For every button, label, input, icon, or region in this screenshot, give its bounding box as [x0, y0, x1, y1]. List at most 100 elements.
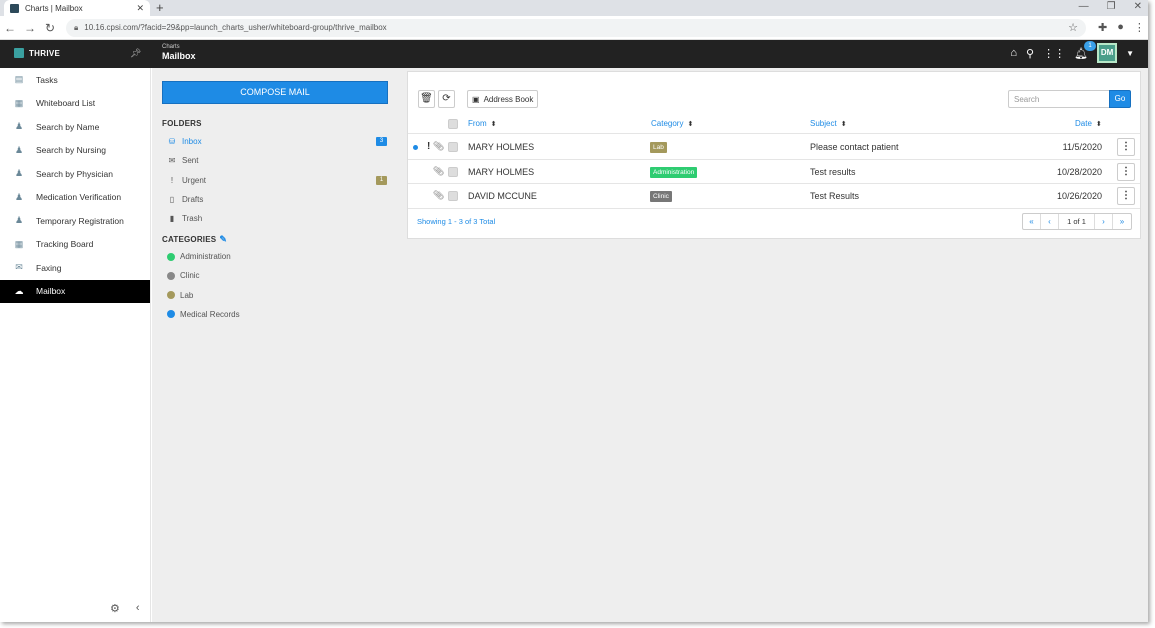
- row-checkbox[interactable]: [448, 166, 458, 177]
- sidebar-item-label: Search by Physician: [36, 168, 114, 179]
- row-checkbox[interactable]: [448, 142, 458, 152]
- sidebar-item-label: Tasks: [36, 74, 58, 85]
- folder-item[interactable]: ▯ Drafts: [167, 190, 387, 209]
- row-actions-kebab-icon[interactable]: ⋮: [1117, 187, 1135, 205]
- physician-icon: ♟: [14, 168, 24, 179]
- user-avatar[interactable]: DM: [1097, 43, 1118, 63]
- sidebar-item-label: Medication Verification: [36, 192, 122, 203]
- browser-menu-icon[interactable]: ⋮: [1134, 21, 1145, 34]
- minimize-icon[interactable]: —: [1079, 0, 1089, 14]
- category-item[interactable]: Administration: [167, 247, 387, 266]
- folder-label: Drafts: [182, 194, 204, 204]
- user-menu-chevron-icon[interactable]: ▼: [1126, 49, 1134, 58]
- category-color-dot: [167, 291, 175, 300]
- sidebar-item[interactable]: ♟ Search by Nursing: [0, 139, 150, 163]
- close-window-icon[interactable]: ✕: [1134, 0, 1142, 14]
- column-subject[interactable]: Subject ⬍: [810, 119, 847, 128]
- table-row[interactable]: 📎︎ MARY HOLMES Administration Test results 1…: [408, 160, 1140, 184]
- lock-icon: 🔒︎: [74, 22, 79, 32]
- settings-gear-icon[interactable]: ⚙: [110, 602, 120, 615]
- prev-page-icon[interactable]: ‹: [1041, 214, 1059, 229]
- brand-name: THRIVE: [29, 48, 61, 58]
- row-from: DAVID MCCUNE: [468, 191, 537, 201]
- table-row[interactable]: 📎︎ DAVID MCCUNE Clinic Test Results 10/26/20…: [408, 184, 1140, 209]
- profile-icon[interactable]: ●: [1117, 21, 1124, 34]
- category-color-dot: [167, 252, 175, 261]
- sidebar-item[interactable]: ▦ Whiteboard List: [0, 92, 150, 116]
- tracking-board-icon: ▦: [14, 238, 24, 249]
- refresh-icon[interactable]: ⟳: [438, 90, 455, 108]
- apps-grid-icon[interactable]: ⋮⋮: [1043, 47, 1065, 60]
- back-icon[interactable]: ←: [0, 21, 20, 35]
- app-header: THRIVE 📌︎ Charts Mailbox ⌂ ⚲ ⋮⋮ 🔔︎ 1 DM ▼: [0, 40, 1148, 68]
- address-book-label: Address Book: [483, 94, 534, 104]
- address-book-icon: ▣: [472, 94, 480, 104]
- next-page-icon[interactable]: ›: [1095, 214, 1113, 229]
- attachment-paperclip-icon: 📎︎: [433, 165, 445, 176]
- folder-item[interactable]: ✉ Sent: [167, 151, 387, 170]
- folder-label: Trash: [182, 214, 203, 224]
- sort-icon: ⬍: [1095, 121, 1102, 128]
- column-category[interactable]: Category ⬍: [651, 119, 693, 128]
- row-actions-kebab-icon[interactable]: ⋮: [1117, 162, 1135, 181]
- row-checkbox[interactable]: [448, 191, 458, 201]
- sidebar-item[interactable]: ▤ Tasks: [0, 68, 150, 92]
- column-from[interactable]: From ⬍: [468, 119, 497, 128]
- category-item[interactable]: Lab: [167, 286, 387, 305]
- notification-count-badge: 1: [1084, 40, 1097, 51]
- sidebar-item[interactable]: ♟ Medication Verification: [0, 186, 150, 210]
- folders-heading: FOLDERS: [162, 119, 202, 128]
- sidebar-item[interactable]: ♟ Temporary Registration: [0, 209, 150, 233]
- search-icon[interactable]: ⚲: [1026, 47, 1034, 60]
- category-color-dot: [167, 271, 175, 280]
- url-text[interactable]: 10.16.cpsi.com/?facid=29&pp=launch_chart…: [84, 23, 1068, 32]
- sidebar-item[interactable]: ♟ Search by Physician: [0, 162, 150, 186]
- row-subject: Please contact patient: [810, 142, 899, 152]
- sidebar-item-label: Mailbox: [36, 286, 66, 297]
- column-date[interactable]: Date ⬍: [1075, 119, 1102, 128]
- brand-logo[interactable]: THRIVE: [14, 48, 60, 58]
- category-label: Clinic: [180, 271, 200, 281]
- notifications-bell-icon[interactable]: 🔔︎ 1: [1074, 40, 1097, 60]
- user-search-icon: ♟: [14, 121, 24, 132]
- last-page-icon[interactable]: »: [1113, 214, 1131, 229]
- url-bar[interactable]: 🔒︎ 10.16.cpsi.com/?facid=29&pp=launch_ch…: [66, 18, 1086, 37]
- category-tag: Administration: [650, 166, 698, 178]
- sidebar-item[interactable]: ▦ Tracking Board: [0, 233, 150, 257]
- sidebar-item[interactable]: ☁ Mailbox: [0, 279, 150, 303]
- category-label: Medical Records: [180, 309, 240, 319]
- restore-icon[interactable]: ❐: [1107, 0, 1116, 14]
- tab-close-icon[interactable]: ✕: [136, 3, 144, 14]
- row-subject: Test results: [810, 166, 856, 177]
- table-row[interactable]: ! 📎︎ MARY HOLMES Lab Please contact patient 1…: [408, 135, 1140, 160]
- first-page-icon[interactable]: «: [1023, 214, 1041, 229]
- sidebar-item[interactable]: ♟ Search by Name: [0, 115, 150, 139]
- category-item[interactable]: Clinic: [167, 266, 387, 285]
- browser-tab[interactable]: Charts | Mailbox ✕: [4, 0, 150, 16]
- window-controls: — ❐ ✕: [1079, 0, 1142, 14]
- folder-item[interactable]: ▮ Trash: [167, 209, 387, 228]
- row-actions-kebab-icon[interactable]: ⋮: [1117, 138, 1135, 156]
- collapse-sidebar-icon[interactable]: ‹: [136, 602, 140, 615]
- delete-trash-icon[interactable]: 🗑︎: [418, 90, 435, 108]
- category-item[interactable]: Medical Records: [167, 305, 387, 324]
- search-input[interactable]: [1008, 90, 1110, 108]
- forward-icon[interactable]: →: [20, 21, 40, 35]
- pin-icon[interactable]: 📌︎: [130, 48, 141, 59]
- folder-item[interactable]: ⛁ Inbox 3: [167, 132, 387, 151]
- reload-icon[interactable]: ↻: [40, 21, 60, 35]
- address-book-button[interactable]: ▣ Address Book: [467, 90, 539, 108]
- category-label: Administration: [180, 252, 231, 261]
- sidebar-item[interactable]: ✉ Faxing: [0, 256, 150, 280]
- new-tab-button[interactable]: +: [156, 0, 164, 15]
- folder-item[interactable]: ! Urgent 1: [167, 171, 387, 190]
- showing-count: Showing 1 - 3 of 3 Total: [417, 217, 496, 226]
- sidebar: ▤ Tasks ▦ Whiteboard List ♟ Search by Name ♟ Se…: [0, 68, 151, 622]
- select-all-checkbox[interactable]: [448, 119, 458, 129]
- go-button[interactable]: Go: [1109, 90, 1131, 108]
- home-icon[interactable]: ⌂: [1010, 47, 1017, 59]
- compose-mail-button[interactable]: COMPOSE MAIL: [162, 81, 388, 104]
- edit-categories-pencil-icon[interactable]: ✎: [219, 234, 227, 245]
- bookmark-star-icon[interactable]: ☆: [1068, 21, 1078, 34]
- extensions-icon[interactable]: ✚: [1098, 21, 1107, 34]
